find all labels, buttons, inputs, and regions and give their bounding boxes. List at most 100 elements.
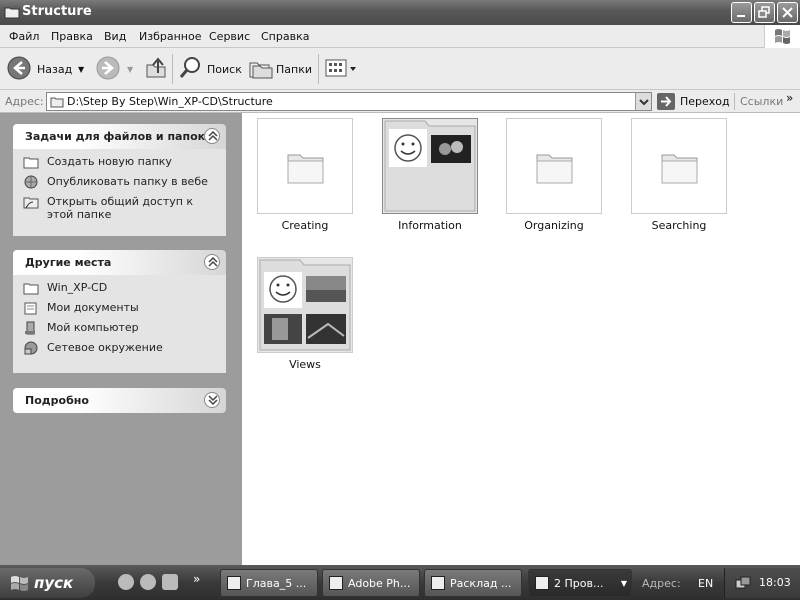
collapse-button[interactable]	[204, 128, 220, 144]
folder-item-creating[interactable]: Creating	[257, 118, 353, 233]
back-dropdown-icon[interactable]: ▼	[78, 65, 84, 74]
task-publish-web[interactable]: Опубликовать папку в вебе	[23, 175, 218, 195]
folder-label: Organizing	[524, 219, 584, 232]
windows-logo	[764, 25, 800, 48]
address-dropdown[interactable]	[635, 93, 651, 110]
network-tray-icon[interactable]	[735, 575, 751, 591]
address-label: Адрес:	[5, 95, 44, 108]
menu-bar: Файл Правка Вид Избранное Сервис Справка	[0, 25, 800, 48]
menu-edit[interactable]: Правка	[51, 30, 93, 43]
my-documents-icon	[24, 302, 37, 315]
new-folder-icon	[23, 157, 39, 169]
go-button[interactable]	[657, 93, 675, 110]
taskbar-button-label: Adobe Ph...	[348, 577, 411, 590]
folder-preview-icon	[259, 259, 351, 351]
menu-tools[interactable]: Сервис	[209, 30, 250, 43]
details-title: Подробно	[25, 394, 89, 407]
minimize-icon	[737, 15, 745, 17]
go-arrow-icon	[661, 96, 672, 107]
folder-label: Views	[289, 358, 321, 371]
back-arrow-icon	[7, 56, 31, 80]
folder-icon	[23, 283, 39, 295]
collapse-button[interactable]	[204, 254, 220, 270]
folder-preview-icon	[384, 120, 476, 212]
folder-icon	[287, 154, 324, 184]
minimize-button[interactable]	[731, 2, 752, 23]
taskbar-button-layout[interactable]: Расклад ...	[424, 569, 522, 597]
tasks-panel-body: Создать новую папку Опубликовать папку в…	[13, 149, 226, 236]
close-icon	[782, 7, 793, 18]
links-chevron-icon[interactable]: »	[786, 91, 793, 105]
app-quicklaunch-icon[interactable]	[162, 574, 178, 590]
task-new-folder[interactable]: Создать новую папку	[23, 155, 218, 175]
folder-icon	[536, 154, 573, 184]
start-button[interactable]: пуск	[0, 568, 95, 598]
place-label: Win_XP-CD	[47, 281, 108, 294]
menu-view[interactable]: Вид	[104, 30, 126, 43]
task-label: Опубликовать папку в вебе	[47, 175, 208, 188]
folder-label: Searching	[651, 219, 707, 232]
toolbar-separator	[172, 54, 173, 84]
taskbar-button-label: Расклад ...	[450, 577, 512, 590]
restore-icon	[758, 6, 770, 18]
folders-button[interactable]: Папки	[248, 55, 312, 83]
folder-label: Information	[398, 219, 462, 232]
clock[interactable]: 18:03	[759, 576, 791, 589]
place-my-computer[interactable]: Мой компьютер	[23, 321, 218, 341]
taskbar-button-label: Глава_5 ...	[246, 577, 307, 590]
folders-icon	[249, 62, 273, 79]
ie-quicklaunch-icon[interactable]	[118, 574, 134, 590]
taskbar-button-word[interactable]: Глава_5 ...	[220, 569, 318, 597]
links-label[interactable]: Ссылки	[740, 95, 783, 108]
windows-logo-icon	[11, 576, 28, 591]
details-header[interactable]: Подробно	[13, 388, 226, 413]
start-label: пуск	[34, 574, 74, 592]
menu-file[interactable]: Файл	[9, 30, 39, 43]
folder-item-views[interactable]: Views	[257, 257, 353, 372]
group-dropdown-icon: ▼	[620, 579, 627, 588]
menu-favorites[interactable]: Избранное	[139, 30, 201, 43]
tasks-panel: Задачи для файлов и папок Создать новую …	[13, 124, 226, 236]
language-indicator[interactable]: EN	[698, 577, 713, 590]
windows-flag-icon	[775, 29, 790, 44]
task-share-folder[interactable]: Открыть общий доступ к этой папке	[23, 195, 218, 221]
menu-help[interactable]: Справка	[261, 30, 309, 43]
taskbar-button-label: 2 Пров...	[554, 577, 604, 590]
up-folder-button[interactable]	[144, 55, 168, 83]
media-player-quicklaunch-icon[interactable]	[140, 574, 156, 590]
place-win-xp-cd[interactable]: Win_XP-CD	[23, 281, 218, 301]
folder-icon	[535, 576, 549, 590]
chevron-down-icon	[639, 99, 649, 106]
tasks-panel-title: Задачи для файлов и папок	[25, 130, 206, 143]
forward-button[interactable]: ▼	[95, 55, 137, 83]
folder-view: Creating Information Organizing Searchin…	[242, 113, 800, 565]
expand-button[interactable]	[204, 392, 220, 408]
search-button[interactable]: Поиск	[178, 55, 242, 83]
folder-item-organizing[interactable]: Organizing	[506, 118, 602, 233]
forward-dropdown-icon[interactable]: ▼	[127, 65, 133, 74]
folder-item-information[interactable]: Information	[382, 118, 478, 233]
back-button[interactable]: Назад ▼	[6, 55, 90, 83]
chevron-up-double-icon	[208, 257, 218, 267]
taskbar-address-label[interactable]: Адрес:	[642, 577, 681, 590]
restore-button[interactable]	[754, 2, 775, 23]
close-button[interactable]	[777, 2, 798, 23]
back-label: Назад	[37, 63, 73, 76]
folder-thumbnail	[257, 118, 353, 214]
taskbar-button-photoshop[interactable]: Adobe Ph...	[322, 569, 420, 597]
go-label[interactable]: Переход	[680, 95, 730, 108]
tasks-panel-header[interactable]: Задачи для файлов и папок	[13, 124, 226, 149]
other-places-header[interactable]: Другие места	[13, 250, 226, 275]
folder-item-searching[interactable]: Searching	[631, 118, 727, 233]
other-places-panel: Другие места Win_XP-CD Мои документы Мой…	[13, 250, 226, 373]
other-places-title: Другие места	[25, 256, 112, 269]
taskbar-button-explorer-group[interactable]: 2 Пров... ▼	[528, 569, 632, 597]
place-network[interactable]: Сетевое окружение	[23, 341, 218, 361]
views-button[interactable]	[325, 55, 359, 83]
place-label: Мой компьютер	[47, 321, 139, 334]
word-icon	[227, 576, 241, 590]
address-bar: Адрес: D:\Step By Step\Win_XP-CD\Structu…	[0, 90, 800, 113]
address-input[interactable]: D:\Step By Step\Win_XP-CD\Structure	[46, 92, 652, 111]
place-my-documents[interactable]: Мои документы	[23, 301, 218, 321]
quicklaunch-chevron-icon[interactable]: »	[193, 572, 200, 586]
